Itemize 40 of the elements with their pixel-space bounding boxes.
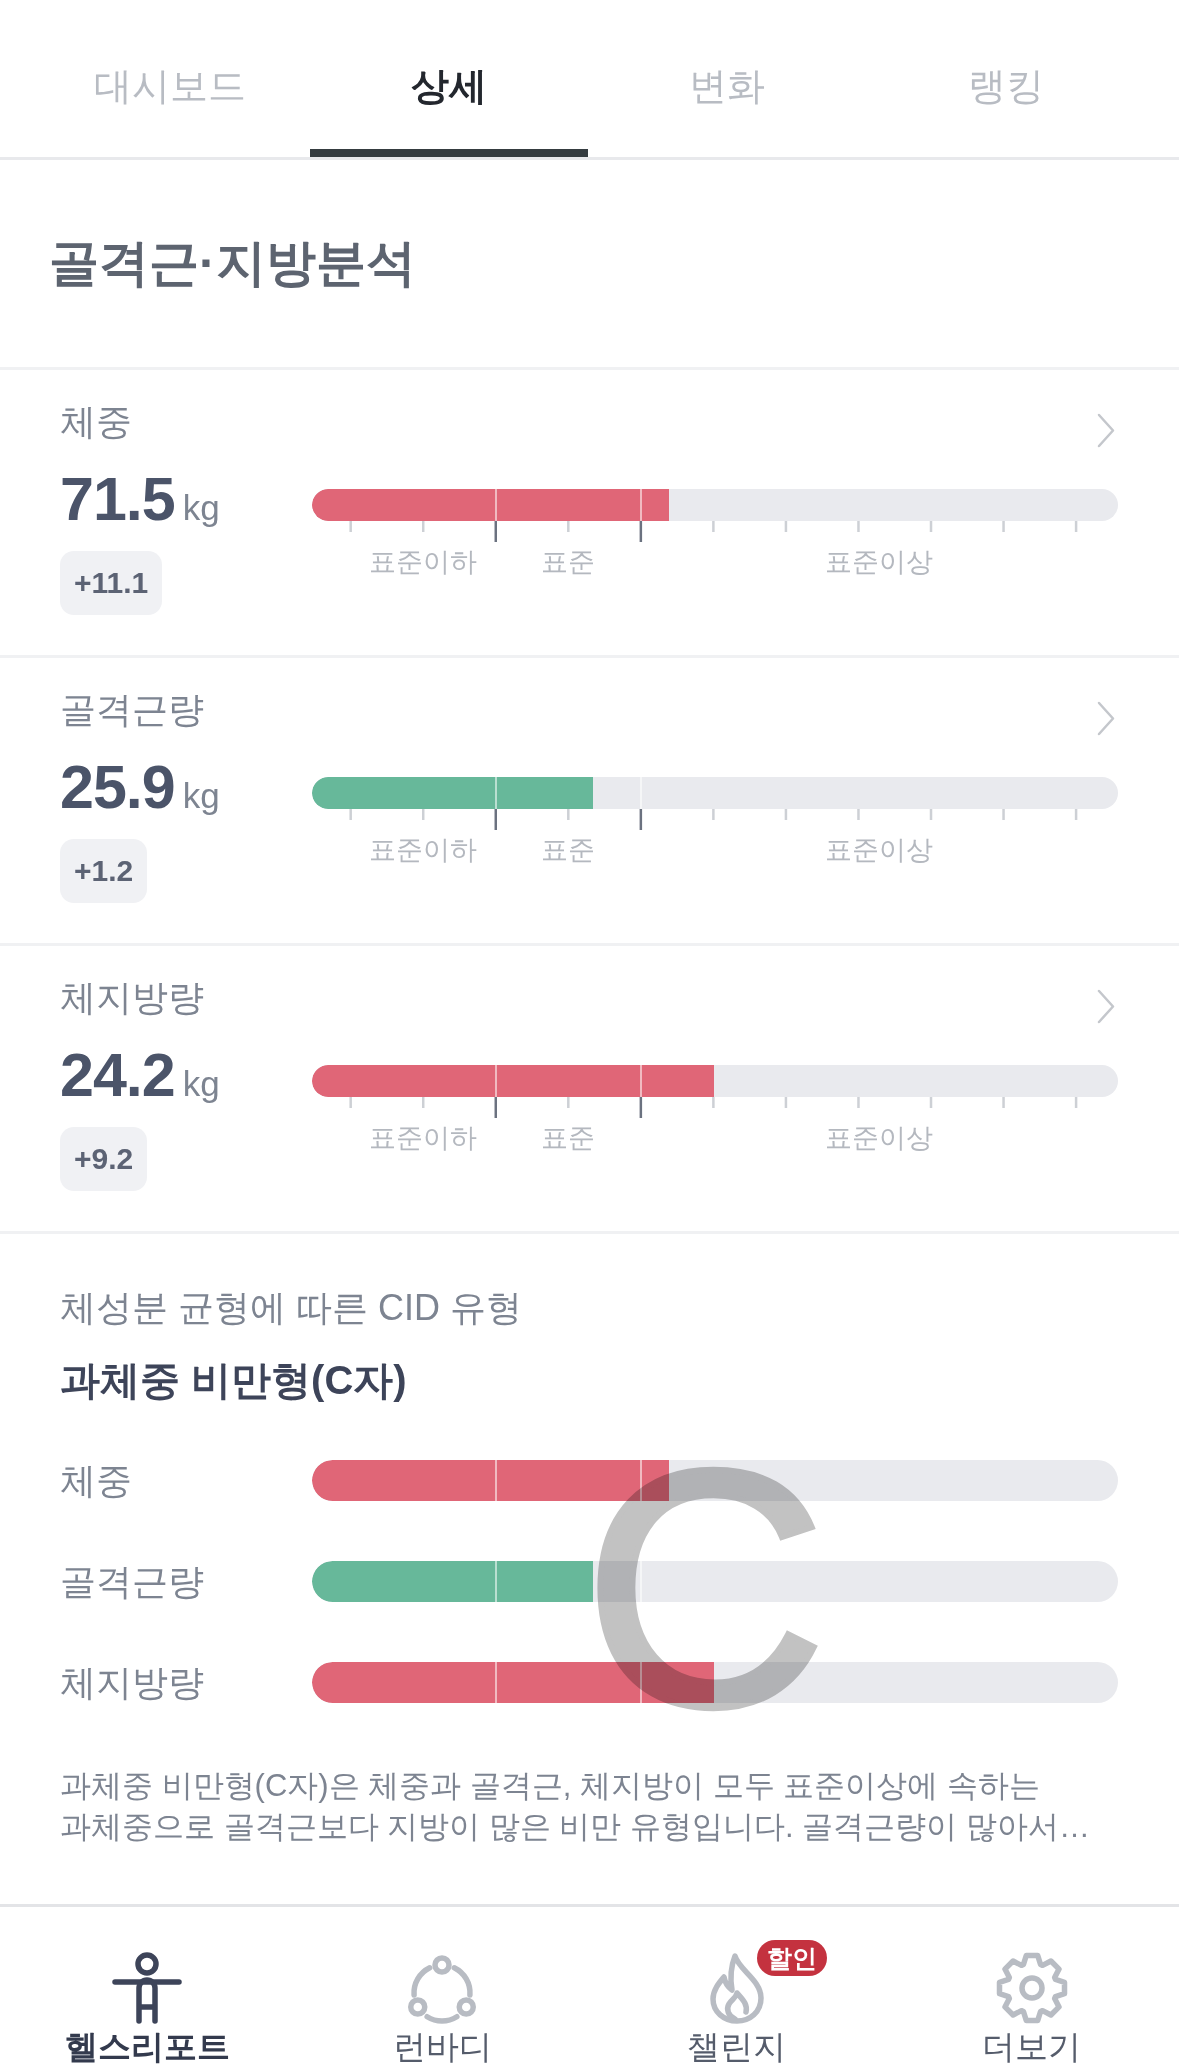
- nav-tab[interactable]: 런바디: [294, 1907, 590, 2071]
- bar-label: 골격근량: [60, 1560, 204, 1602]
- cid-description: 과체중 비만형(C자)은 체중과 골격근, 체지방이 모두 표준이상에 속하는 과체중으로 골격근보다 지방이 많은 비만 유형입니다. 골격근량이 많아서…: [60, 1767, 1091, 1846]
- range-label: 표준이상: [824, 547, 935, 577]
- nav-tab[interactable]: 헬스리포트: [0, 1907, 295, 2071]
- section-title: 골격근·지방분석: [49, 234, 416, 293]
- range-label: 표준이하: [368, 1123, 479, 1153]
- metric-value: 24.2: [60, 1044, 175, 1106]
- cid-type-letter: C: [583, 1462, 827, 1713]
- chevron-right-icon[interactable]: [1097, 700, 1115, 736]
- chevron-right-icon[interactable]: [1097, 988, 1115, 1024]
- tab[interactable]: 상세: [309, 0, 588, 157]
- nav-tab[interactable]: 더보기: [884, 1907, 1179, 2071]
- range-label: 표준: [540, 835, 597, 865]
- chevron-right-icon[interactable]: [1097, 412, 1115, 448]
- range-label: 표준이상: [824, 1123, 935, 1153]
- change-badge: +11.1: [60, 551, 163, 615]
- change-badge: +1.2: [60, 839, 148, 903]
- bar-label: 체중: [60, 1459, 132, 1501]
- range-label: 표준이하: [368, 547, 479, 577]
- metric-label: 체중: [60, 400, 132, 444]
- settings-gear-icon: [995, 1952, 1068, 2024]
- unit-label: kg: [182, 1065, 220, 1103]
- discount-badge: 할인: [756, 1940, 827, 1976]
- range-label: 표준: [540, 1123, 597, 1153]
- metric-value: 71.5: [60, 468, 175, 530]
- unit-label: kg: [182, 777, 220, 815]
- range-label: 표준: [540, 547, 597, 577]
- cid-type-name: 과체중 비만형(C자): [60, 1357, 407, 1404]
- metric-value: 25.9: [60, 756, 175, 818]
- bar-label: 체지방량: [60, 1661, 204, 1703]
- change-badge: +9.2: [60, 1127, 148, 1191]
- person-icon: [111, 1952, 184, 2024]
- unit-label: kg: [182, 489, 220, 527]
- cid-caption: 체성분 균형에 따른 CID 유형: [60, 1286, 522, 1330]
- connected-nodes-icon: [406, 1952, 479, 2024]
- range-label: 표준이하: [368, 835, 479, 865]
- metric-label: 골격근량: [60, 688, 204, 732]
- range-label: 표준이상: [824, 835, 935, 865]
- metric-label: 체지방량: [60, 976, 204, 1020]
